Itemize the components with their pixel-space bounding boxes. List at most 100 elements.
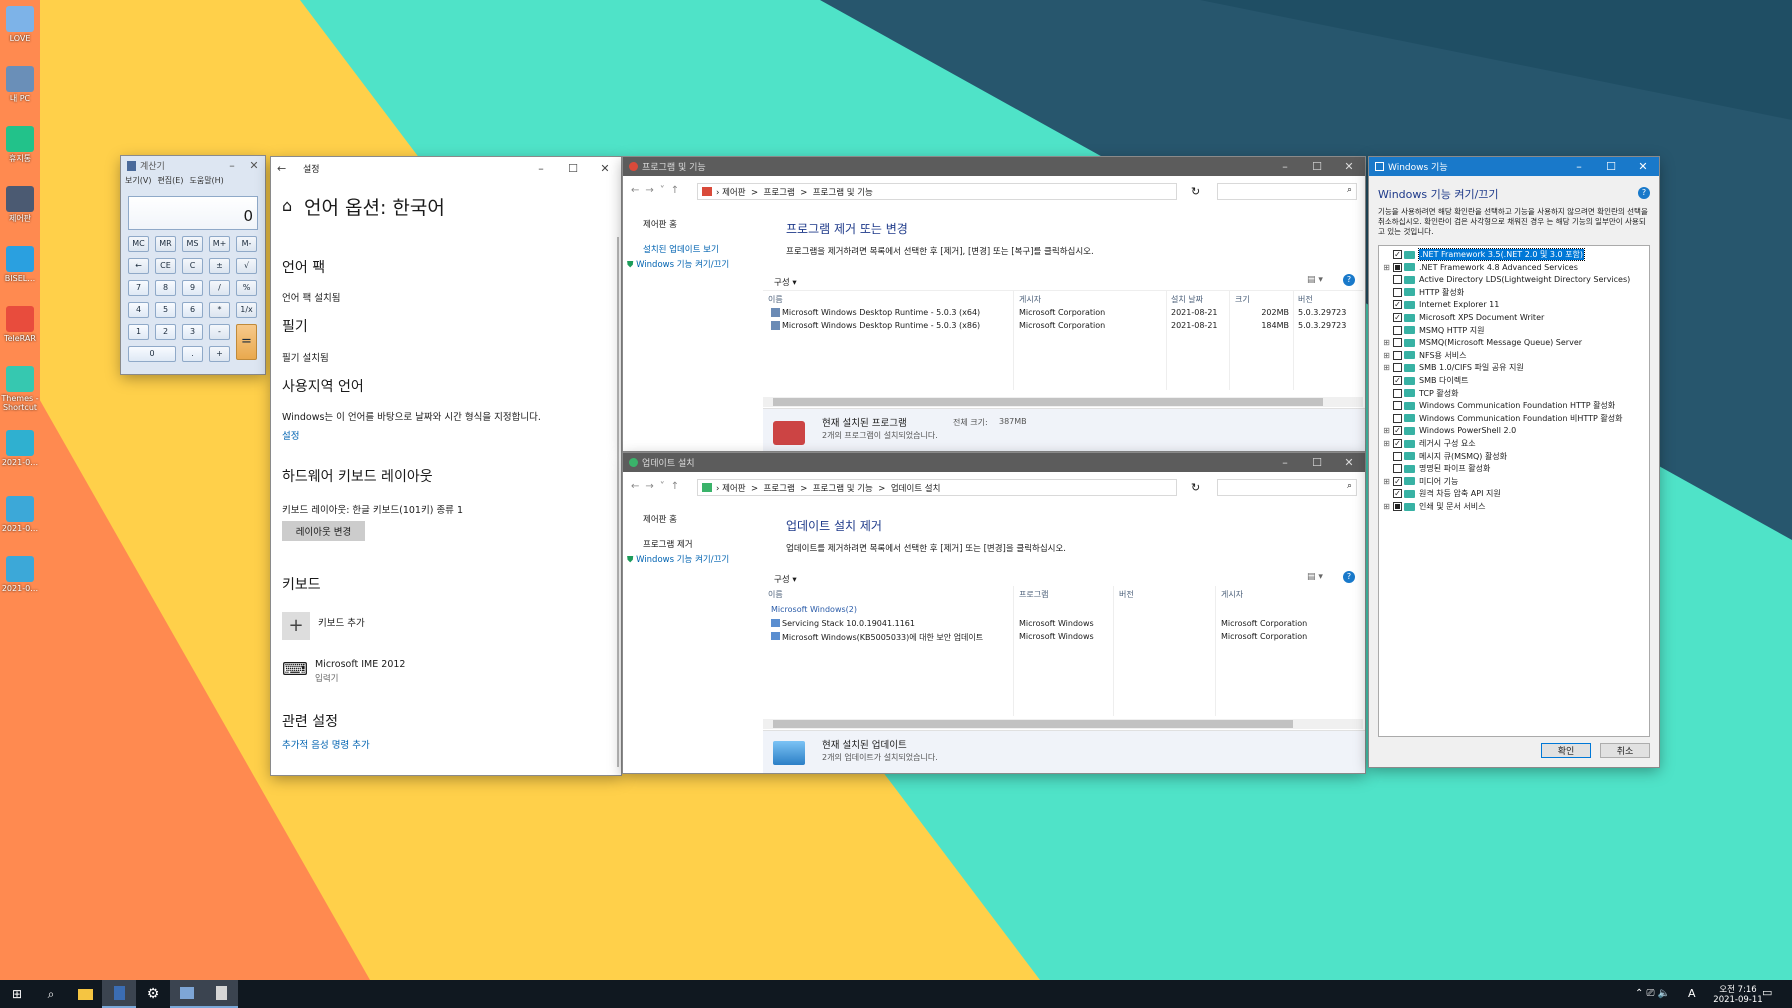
feature-item[interactable]: Windows Communication Foundation HTTP 활성… — [1382, 400, 1615, 411]
feature-checkbox[interactable]: ✓ — [1393, 300, 1402, 310]
organize-button[interactable]: 구성 ▾ — [774, 276, 797, 288]
calc-key[interactable]: MR — [155, 236, 176, 252]
calc-key[interactable]: M- — [236, 236, 257, 252]
horizontal-scrollbar[interactable] — [763, 397, 1363, 407]
calc-key[interactable]: 4 — [128, 302, 149, 318]
calc-key[interactable]: 6 — [182, 302, 203, 318]
col-publisher[interactable]: 게시자 — [1221, 589, 1243, 600]
feature-item[interactable]: Active Directory LDS(Lightweight Directo… — [1382, 274, 1630, 285]
feature-item[interactable]: ✓ .NET Framework 3.5(.NET 2.0 및 3.0 포함) — [1382, 248, 1585, 261]
col-publisher[interactable]: 게시자 — [1019, 294, 1041, 305]
ok-button[interactable]: 확인 — [1541, 743, 1591, 758]
updates-titlebar[interactable]: 업데이트 설치 – ☐ ✕ — [623, 453, 1365, 472]
close-icon[interactable]: ✕ — [589, 159, 621, 178]
expand-icon[interactable]: ⊞ — [1382, 338, 1391, 347]
calc-key[interactable]: MS — [182, 236, 203, 252]
search-input[interactable]: ⌕ — [1217, 183, 1357, 200]
help-icon[interactable]: ? — [1638, 187, 1650, 199]
calc-key[interactable]: MC — [128, 236, 149, 252]
settings-titlebar[interactable]: ← 설정 – ☐ ✕ — [271, 157, 621, 179]
feature-checkbox[interactable] — [1393, 363, 1402, 373]
close-icon[interactable]: ✕ — [243, 156, 265, 175]
voice-command-link[interactable]: 추가적 음성 명령 추가 — [282, 737, 370, 751]
col-version[interactable]: 버전 — [1119, 589, 1134, 600]
close-icon[interactable]: ✕ — [1333, 157, 1365, 176]
side-cp-home[interactable]: 제어판 홈 — [643, 218, 677, 230]
side-windows-features[interactable]: ⛊ Windows 기능 켜기/끄기 — [627, 553, 729, 565]
feature-item[interactable]: Windows Communication Foundation 비HTTP 활… — [1382, 413, 1623, 424]
feature-item[interactable]: ⊞ SMB 1.0/CIFS 파일 공유 지원 — [1382, 362, 1524, 373]
calc-key[interactable]: C — [182, 258, 203, 274]
minimize-icon[interactable]: – — [1563, 157, 1595, 176]
calc-key[interactable]: . — [182, 346, 203, 362]
feature-item[interactable]: HTTP 활성화 — [1382, 287, 1464, 298]
calc-key[interactable]: 9 — [182, 280, 203, 296]
feature-checkbox[interactable] — [1393, 388, 1402, 398]
minimize-icon[interactable]: – — [221, 156, 243, 175]
desktop-icon[interactable]: TeleRAR — [0, 306, 40, 343]
program-name[interactable]: Microsoft Windows Desktop Runtime - 5.0.… — [782, 321, 980, 330]
menu-edit[interactable]: 편집(E) — [157, 175, 183, 187]
expand-icon[interactable]: ⊞ — [1382, 426, 1391, 435]
calc-key[interactable]: * — [209, 302, 230, 318]
search-icon[interactable]: ⌕ — [34, 980, 68, 1008]
view-options-icon[interactable]: ▤ ▾ — [1307, 275, 1323, 285]
minimize-icon[interactable]: – — [525, 159, 557, 178]
calc-key[interactable]: 5 — [155, 302, 176, 318]
update-name[interactable]: Microsoft Windows(KB5005033)에 대한 보안 업데이트 — [782, 632, 983, 643]
feature-checkbox[interactable]: ✓ — [1393, 250, 1402, 259]
scroll-thumb[interactable] — [773, 398, 1323, 406]
calc-key[interactable]: 7 — [128, 280, 149, 296]
feature-item[interactable]: ⊞ NFS용 서비스 — [1382, 350, 1467, 361]
desktop-icon[interactable]: 제어판 — [0, 186, 40, 223]
col-name[interactable]: 이름 — [768, 589, 783, 600]
address-bar[interactable]: › 제어판 > 프로그램 > 프로그램 및 기능 — [697, 183, 1177, 200]
calc-key[interactable]: + — [209, 346, 230, 362]
feature-checkbox[interactable] — [1393, 413, 1402, 423]
calc-key[interactable]: % — [236, 280, 257, 296]
scroll-thumb[interactable] — [773, 720, 1293, 728]
calc-key[interactable]: M+ — [209, 236, 230, 252]
feature-item[interactable]: MSMQ HTTP 지원 — [1382, 325, 1484, 336]
ime-name[interactable]: Microsoft IME 2012 — [315, 659, 405, 670]
search-input[interactable]: ⌕ — [1217, 479, 1357, 496]
feature-item[interactable]: TCP 활성화 — [1382, 388, 1458, 399]
update-name[interactable]: Servicing Stack 10.0.19041.1161 — [782, 619, 915, 628]
feature-checkbox[interactable] — [1393, 401, 1402, 411]
feature-item[interactable]: ⊞ .NET Framework 4.8 Advanced Services — [1382, 262, 1578, 273]
features-titlebar[interactable]: Windows 기능 – ☐ ✕ — [1369, 157, 1659, 176]
calc-key[interactable]: / — [209, 280, 230, 296]
feature-checkbox[interactable]: ✓ — [1393, 426, 1402, 436]
desktop-icon[interactable]: LOVE — [0, 6, 40, 43]
col-name[interactable]: 이름 — [768, 294, 783, 305]
calc-key[interactable]: 0 — [128, 346, 176, 362]
side-windows-features[interactable]: ⛊ Windows 기능 켜기/끄기 — [627, 258, 729, 270]
side-uninstall-program[interactable]: 프로그램 제거 — [643, 538, 693, 550]
help-icon[interactable]: ? — [1343, 274, 1355, 286]
minimize-icon[interactable]: – — [1269, 157, 1301, 176]
programs-titlebar[interactable]: 프로그램 및 기능 – ☐ ✕ — [623, 157, 1365, 176]
feature-checkbox[interactable]: ✓ — [1393, 376, 1402, 385]
col-install-date[interactable]: 설치 날짜 — [1171, 294, 1203, 305]
scrollbar[interactable] — [617, 237, 619, 767]
feature-item[interactable]: ✓ Microsoft XPS Document Writer — [1382, 312, 1544, 323]
expand-icon[interactable]: ⊞ — [1382, 477, 1391, 486]
col-program[interactable]: 프로그램 — [1019, 589, 1048, 600]
col-version[interactable]: 버전 — [1298, 294, 1313, 305]
feature-item[interactable]: ✓ 원격 차등 압축 API 지원 — [1382, 488, 1501, 499]
feature-checkbox[interactable] — [1393, 502, 1402, 511]
group-header[interactable]: Microsoft Windows(2) — [771, 605, 857, 614]
back-arrow-icon[interactable]: ← — [277, 162, 303, 175]
calc-key[interactable]: 3 — [182, 324, 203, 340]
desktop-icon[interactable]: 휴지통 — [0, 126, 40, 163]
calc-key[interactable]: √ — [236, 258, 257, 274]
clock-time[interactable]: 오전 7:16 — [1708, 983, 1768, 995]
feature-checkbox[interactable] — [1393, 325, 1402, 335]
calculator-taskbar-icon[interactable] — [102, 980, 136, 1008]
calc-key[interactable]: CE — [155, 258, 176, 274]
col-size[interactable]: 크기 — [1235, 294, 1250, 305]
organize-button[interactable]: 구성 ▾ — [774, 573, 797, 585]
maximize-icon[interactable]: ☐ — [1595, 157, 1627, 176]
expand-icon[interactable]: ⊞ — [1382, 263, 1391, 272]
input-language[interactable]: A — [1688, 987, 1696, 1000]
